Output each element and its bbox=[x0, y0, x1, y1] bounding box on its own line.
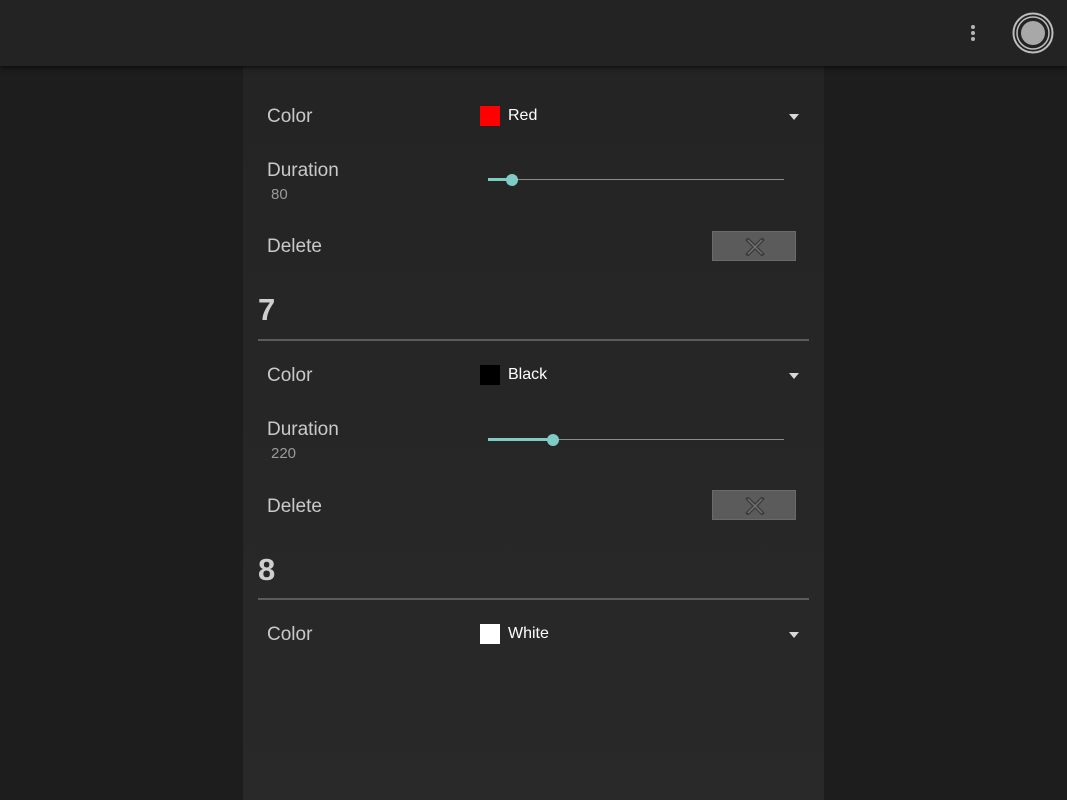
color-dropdown[interactable]: Red bbox=[479, 102, 799, 132]
color-value: White bbox=[508, 625, 549, 642]
dropdown-arrow-icon bbox=[789, 114, 799, 120]
dropdown-arrow-icon bbox=[789, 373, 799, 379]
color-swatch bbox=[480, 624, 500, 644]
dot bbox=[971, 31, 975, 35]
color-row: Color Red bbox=[243, 102, 824, 132]
color-row: Color White bbox=[243, 620, 824, 650]
dot bbox=[971, 25, 975, 29]
section-header: 8 bbox=[258, 552, 276, 587]
slider-track bbox=[488, 179, 784, 180]
record-icon[interactable] bbox=[1012, 12, 1054, 54]
color-dropdown[interactable]: Black bbox=[479, 361, 799, 391]
duration-row: Duration 80 bbox=[243, 160, 824, 204]
color-swatch bbox=[480, 106, 500, 126]
section-divider bbox=[258, 598, 809, 600]
more-vert-icon[interactable] bbox=[966, 22, 980, 44]
color-dropdown[interactable]: White bbox=[479, 620, 799, 650]
duration-value: 80 bbox=[271, 186, 288, 203]
slider-thumb[interactable] bbox=[547, 434, 559, 446]
color-value: Red bbox=[508, 107, 538, 124]
dropdown-arrow-icon bbox=[789, 632, 799, 638]
section-header: 7 bbox=[258, 292, 276, 327]
section-divider bbox=[258, 339, 809, 341]
color-value: Black bbox=[508, 366, 548, 383]
close-icon bbox=[745, 497, 765, 515]
duration-label: Duration bbox=[267, 160, 339, 181]
delete-button[interactable] bbox=[712, 231, 796, 261]
slider-thumb[interactable] bbox=[506, 174, 518, 186]
delete-label: Delete bbox=[267, 236, 322, 257]
color-row: Color Black bbox=[243, 361, 824, 391]
delete-row: Delete bbox=[243, 231, 824, 263]
color-swatch bbox=[480, 365, 500, 385]
dot bbox=[971, 37, 975, 41]
duration-label: Duration bbox=[267, 419, 339, 440]
delete-label: Delete bbox=[267, 496, 322, 517]
close-icon bbox=[745, 238, 765, 256]
duration-row: Duration 220 bbox=[243, 419, 824, 463]
settings-panel: Color Red Duration 80 Delete 7 Color Bla… bbox=[243, 66, 824, 800]
delete-row: Delete bbox=[243, 490, 824, 522]
app-toolbar bbox=[0, 0, 1067, 66]
delete-button[interactable] bbox=[712, 490, 796, 520]
slider-fill bbox=[488, 438, 553, 441]
duration-slider[interactable] bbox=[488, 430, 784, 450]
color-label: Color bbox=[267, 624, 313, 645]
color-label: Color bbox=[267, 365, 313, 386]
duration-slider[interactable] bbox=[488, 170, 784, 190]
duration-value: 220 bbox=[271, 445, 297, 462]
color-label: Color bbox=[267, 106, 313, 127]
